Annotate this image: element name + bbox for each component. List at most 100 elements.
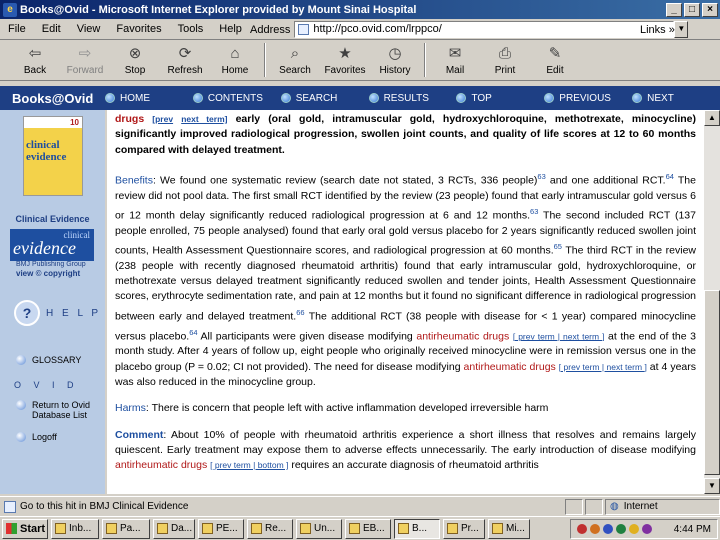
status-message: Go to this hit in BMJ Clinical Evidence xyxy=(0,500,565,513)
taskbar-item-label: Inb... xyxy=(69,523,92,534)
mail-button[interactable]: ✉ Mail xyxy=(430,41,480,79)
term-nav-links[interactable]: [ prev term | bottom ] xyxy=(210,460,288,470)
menu-tools[interactable]: Tools xyxy=(170,23,212,35)
taskbar-item-label: Pa... xyxy=(120,523,141,534)
links-button[interactable]: Links » xyxy=(640,21,675,38)
logoff-label: Logoff xyxy=(32,432,57,442)
tray-icon[interactable] xyxy=(603,524,613,534)
menu-view[interactable]: View xyxy=(69,23,109,35)
back-label: Back xyxy=(23,65,47,76)
return-to-ovid-link[interactable]: Return to Ovid Database List xyxy=(16,400,90,420)
history-button[interactable]: ◷ History xyxy=(370,41,420,79)
nav-previous[interactable]: PREVIOUS xyxy=(544,93,632,104)
back-button[interactable]: ⇦ Back xyxy=(10,41,60,79)
scroll-up-icon[interactable]: ▲ xyxy=(704,110,720,126)
tray-icon[interactable] xyxy=(590,524,600,534)
vertical-scrollbar[interactable]: ▲ ▼ xyxy=(704,110,720,494)
prev-term-link[interactable]: [prev xyxy=(152,114,173,124)
taskbar-item[interactable]: Pa... xyxy=(102,518,150,539)
taskbar-item[interactable]: Un... xyxy=(296,518,342,539)
taskbar-item[interactable]: PE... xyxy=(198,518,244,539)
reference-link[interactable]: 64 xyxy=(666,172,674,181)
term-antirheumatic-drugs[interactable]: antirheumatic drugs xyxy=(115,459,207,471)
nav-home[interactable]: HOME xyxy=(105,93,193,104)
close-button[interactable]: × xyxy=(702,2,718,17)
taskbar-item-active[interactable]: B... xyxy=(394,518,440,539)
taskbar-item[interactable]: Pr... xyxy=(443,518,485,539)
print-button[interactable]: ⎙ Print xyxy=(480,41,530,79)
taskbar-item[interactable]: EB... xyxy=(345,518,391,539)
term-antirheumatic-drugs[interactable]: antirheumatic drugs xyxy=(416,330,509,342)
clinical-evidence-logo: clinical evidence xyxy=(10,229,94,261)
term-drugs[interactable]: drugs xyxy=(115,113,144,125)
scroll-down-icon[interactable]: ▼ xyxy=(704,478,720,494)
comment-text: : About 10% of people with rheumatoid ar… xyxy=(115,428,696,456)
glossary-label: GLOSSARY xyxy=(32,355,82,365)
globe-icon: ◍ xyxy=(610,501,619,512)
address-dropdown-button[interactable]: ▼ xyxy=(674,21,689,38)
next-term-link[interactable]: next term] xyxy=(181,114,227,124)
reference-link[interactable]: 64 xyxy=(189,328,197,337)
nav-top[interactable]: TOP xyxy=(456,93,544,104)
status-text: Go to this hit in BMJ Clinical Evidence xyxy=(20,501,189,512)
address-input[interactable]: http://pco.ovid.com/lrppco/ xyxy=(294,21,675,38)
app-icon xyxy=(251,523,262,534)
nav-contents[interactable]: CONTENTS xyxy=(192,93,281,104)
refresh-label: Refresh xyxy=(167,65,203,76)
menu-help[interactable]: Help xyxy=(211,23,250,35)
help-question-icon: ? xyxy=(14,300,40,326)
taskbar-item[interactable]: Re... xyxy=(247,518,293,539)
taskbar: Start Inb... Pa... Da... PE... Re... Un.… xyxy=(0,516,720,540)
stop-button[interactable]: ⊗ Stop xyxy=(110,41,160,79)
reference-link[interactable]: 63 xyxy=(537,172,545,181)
taskbar-item-label: Re... xyxy=(265,523,287,534)
clock[interactable]: 4:44 PM xyxy=(674,524,711,535)
zone-label: Internet xyxy=(623,501,658,512)
reference-link[interactable]: 66 xyxy=(296,308,304,317)
nav-search[interactable]: SEARCH xyxy=(280,92,369,104)
app-icon xyxy=(202,523,213,534)
taskbar-item[interactable]: Inb... xyxy=(51,518,99,539)
status-cell xyxy=(565,498,583,515)
home-button[interactable]: ⌂ Home xyxy=(210,41,260,79)
forward-button[interactable]: ⇨ Forward xyxy=(60,41,110,79)
tray-icon[interactable] xyxy=(642,524,652,534)
nav-next[interactable]: NEXT xyxy=(632,93,720,104)
scroll-thumb[interactable] xyxy=(704,290,720,475)
system-tray: 4:44 PM xyxy=(570,519,718,539)
term-nav-links[interactable]: [ prev term | next term ] xyxy=(513,331,605,341)
help-button[interactable]: ? H E L P xyxy=(14,300,101,326)
view-copyright-link[interactable]: view © copyright xyxy=(16,269,80,278)
glossary-link[interactable]: GLOSSARY xyxy=(16,355,81,365)
menu-favorites[interactable]: Favorites xyxy=(108,23,169,35)
history-label: History xyxy=(379,65,411,76)
term-antirheumatic-drugs[interactable]: antirheumatic drugs xyxy=(464,361,556,373)
taskbar-item[interactable]: Mi... xyxy=(488,518,530,539)
tray-icon[interactable] xyxy=(616,524,626,534)
edit-label: Edit xyxy=(546,65,564,76)
logoff-link[interactable]: Logoff xyxy=(16,432,57,442)
nav-results-label: RESULTS xyxy=(383,92,429,104)
maximize-button[interactable]: □ xyxy=(684,2,700,17)
tray-icon[interactable] xyxy=(577,524,587,534)
term-nav-links[interactable]: [ prev term | next term ] xyxy=(559,362,647,372)
edit-button[interactable]: ✎ Edit xyxy=(530,41,580,79)
minimize-button[interactable]: _ xyxy=(666,2,682,17)
page-icon xyxy=(298,24,310,35)
benefits-paragraph: Benefits: We found one systematic review… xyxy=(115,169,696,390)
tray-icon[interactable] xyxy=(629,524,639,534)
taskbar-item[interactable]: Da... xyxy=(153,518,195,539)
reference-link[interactable]: 65 xyxy=(554,242,562,251)
favorites-button[interactable]: ★ Favorites xyxy=(320,41,370,79)
menu-file[interactable]: File xyxy=(0,23,34,35)
start-button[interactable]: Start xyxy=(2,518,48,539)
nav-search-label: SEARCH xyxy=(295,92,338,104)
nav-results[interactable]: RESULTS xyxy=(368,92,457,104)
book-cover-image[interactable]: 10 clinical evidence xyxy=(23,116,83,196)
harms-text: : There is concern that people left with… xyxy=(145,402,549,415)
refresh-button[interactable]: ⟳ Refresh xyxy=(160,41,210,79)
logo-big-text: evidence xyxy=(13,238,76,258)
standard-toolbar: ⇦ Back ⇨ Forward ⊗ Stop ⟳ Refresh ⌂ Home ⌕ Sea… xyxy=(0,41,720,81)
menu-edit[interactable]: Edit xyxy=(34,23,69,35)
search-button[interactable]: ⌕ Search xyxy=(270,41,320,79)
